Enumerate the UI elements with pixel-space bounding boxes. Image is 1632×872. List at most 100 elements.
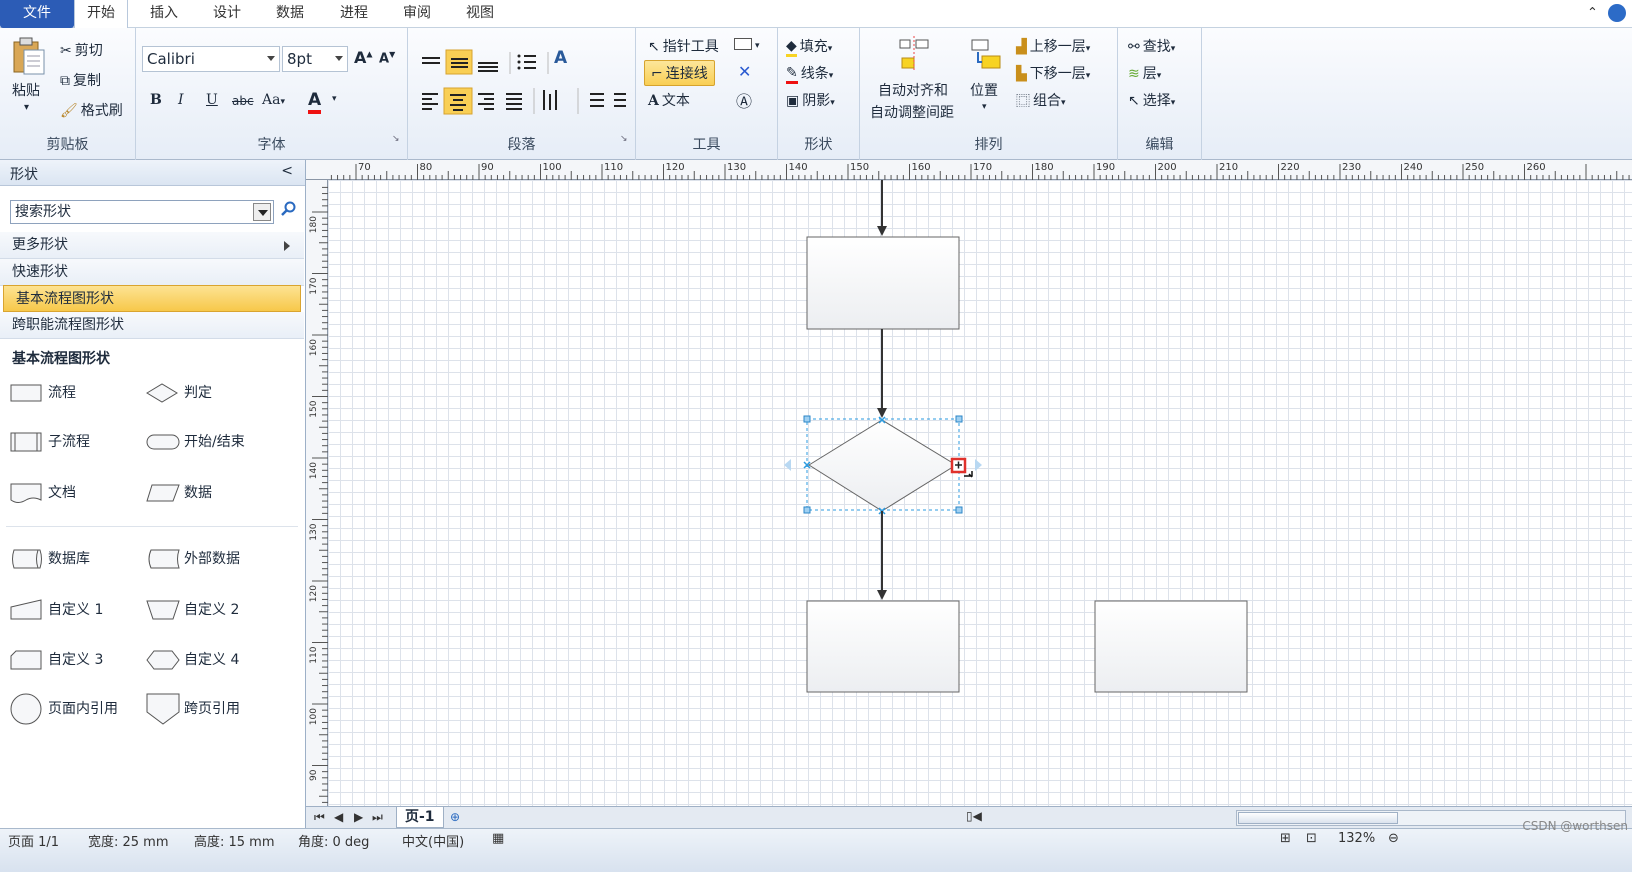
rotate-text-icon[interactable]: Ⓐ bbox=[736, 88, 752, 112]
previous-page-icon[interactable]: ◀ bbox=[334, 810, 343, 824]
process-box-right[interactable] bbox=[1094, 600, 1248, 693]
position-button[interactable]: 位置 bbox=[970, 80, 998, 100]
custom4-shape-icon bbox=[146, 650, 180, 670]
group-label-paragraph: 段落 bbox=[507, 137, 536, 153]
search-dropdown-icon[interactable] bbox=[253, 203, 271, 221]
font-size-select[interactable]: 8pt bbox=[282, 46, 348, 72]
line-button[interactable]: ✎ 线条▾ bbox=[786, 63, 833, 84]
paragraph-buttons-icon[interactable] bbox=[418, 48, 628, 126]
tab-insert[interactable]: 插入 bbox=[150, 0, 178, 28]
text-tool-button[interactable]: A 文本 bbox=[648, 90, 690, 110]
strikethrough-button[interactable]: abc bbox=[232, 94, 254, 108]
tab-file[interactable]: 文件 bbox=[0, 0, 74, 28]
insert-page-icon[interactable]: ⊕ bbox=[450, 810, 460, 824]
font-dialog-launcher-icon[interactable]: ↘ bbox=[392, 134, 400, 144]
page-tab-1[interactable]: 页-1 bbox=[396, 807, 444, 828]
italic-button[interactable]: I bbox=[178, 92, 184, 108]
ruler-label: 100 bbox=[543, 162, 562, 173]
minimize-ribbon-icon[interactable]: ⌃ bbox=[1587, 6, 1598, 21]
group-button[interactable]: ⿴组合▾ bbox=[1016, 90, 1066, 111]
group-tools: ↖ 指针工具 ▾ ⌐ 连接线 ✕ A 文本 Ⓐ 工具 bbox=[636, 28, 778, 160]
underline-button[interactable]: U bbox=[206, 92, 218, 108]
fill-bucket-icon: ◆ bbox=[786, 38, 797, 57]
search-shapes-input[interactable]: 搜索形状 bbox=[10, 200, 274, 224]
basic-flowchart-stencil[interactable]: 基本流程图形状 bbox=[3, 285, 301, 312]
fill-button[interactable]: ◆ 填充▾ bbox=[786, 36, 832, 57]
full-screen-icon[interactable]: ⊞ bbox=[1280, 831, 1291, 846]
connection-point-button[interactable]: ✕ bbox=[738, 62, 751, 81]
shadow-button[interactable]: ▣ 阴影▾ bbox=[786, 90, 835, 110]
shadow-icon: ▣ bbox=[786, 93, 800, 109]
pointer-tool-button[interactable]: ↖ 指针工具 bbox=[648, 36, 719, 56]
process-box-bottom[interactable] bbox=[806, 600, 960, 693]
scrollbar-thumb[interactable] bbox=[1238, 812, 1398, 824]
font-color-dropdown-icon[interactable]: ▾ bbox=[332, 94, 337, 104]
status-language[interactable]: 中文(中国) bbox=[402, 831, 464, 850]
cross-functional-stencil[interactable]: 跨职能流程图形状 bbox=[0, 312, 304, 339]
connector-button[interactable]: ⌐ 连接线 bbox=[644, 60, 715, 86]
font-name-select[interactable]: Calibri bbox=[142, 46, 280, 72]
help-icon[interactable] bbox=[1608, 4, 1626, 22]
zoom-out-icon[interactable]: ⊖ bbox=[1388, 831, 1399, 846]
data-shape-icon bbox=[146, 484, 180, 502]
bold-button[interactable]: B bbox=[150, 92, 162, 108]
tab-review[interactable]: 审阅 bbox=[403, 0, 431, 28]
search-icon[interactable] bbox=[280, 201, 296, 217]
tab-process[interactable]: 进程 bbox=[340, 0, 368, 28]
select-button[interactable]: ↖ 选择▾ bbox=[1128, 90, 1175, 110]
find-button[interactable]: ⚯ 查找▾ bbox=[1128, 36, 1175, 56]
format-painter-button[interactable]: 🖌 格式刷 bbox=[60, 100, 123, 120]
tab-view[interactable]: 视图 bbox=[466, 0, 494, 28]
send-backward-button[interactable]: ▙ 下移一层▾ bbox=[1016, 63, 1090, 83]
tab-data[interactable]: 数据 bbox=[276, 0, 304, 28]
paragraph-dialog-launcher-icon[interactable]: ↘ bbox=[620, 134, 628, 144]
last-page-icon[interactable]: ⏭ bbox=[372, 810, 383, 825]
bring-forward-button[interactable]: ▟ 上移一层▾ bbox=[1016, 36, 1090, 56]
group-label-font: 字体 bbox=[257, 137, 286, 153]
auto-space-label[interactable]: 自动调整间距 bbox=[870, 102, 954, 122]
ruler-label: 80 bbox=[420, 162, 433, 173]
decision-diamond[interactable] bbox=[808, 419, 957, 512]
ruler-label: 230 bbox=[1342, 162, 1361, 173]
submenu-arrow-icon bbox=[284, 241, 290, 251]
copy-button[interactable]: ⧉ 复制 bbox=[60, 70, 101, 90]
text-direction-button[interactable]: A bbox=[554, 48, 567, 68]
first-page-icon[interactable]: ⏮ bbox=[314, 810, 325, 825]
select-pointer-icon: ↖ bbox=[1128, 93, 1140, 109]
ruler-label: 90 bbox=[309, 769, 319, 781]
more-shapes-item[interactable]: 更多形状 bbox=[0, 232, 304, 259]
auto-connect-arrow-right[interactable] bbox=[975, 459, 982, 471]
shapes-panel-header: 形状 < bbox=[0, 160, 305, 186]
shape-tool-button[interactable]: ▾ bbox=[734, 36, 760, 52]
next-page-icon[interactable]: ▶ bbox=[354, 810, 363, 824]
cut-button[interactable]: ✂ 剪切 bbox=[60, 40, 103, 60]
zoom-level[interactable]: 132% bbox=[1338, 831, 1375, 846]
change-case-button[interactable]: Aa▾ bbox=[262, 92, 285, 108]
font-color-button[interactable]: A bbox=[308, 90, 322, 114]
quick-shapes-item[interactable]: 快速形状 bbox=[0, 259, 304, 286]
shrink-font-button[interactable]: A▼ bbox=[379, 50, 395, 66]
pointer-icon: ↖ bbox=[648, 39, 660, 55]
process-box-top[interactable] bbox=[806, 236, 960, 330]
decision-shape-icon bbox=[146, 383, 178, 403]
tab-home[interactable]: 开始 bbox=[74, 0, 128, 28]
paste-icon[interactable] bbox=[12, 36, 48, 76]
scroll-split-icon[interactable]: ▯◀ bbox=[966, 809, 982, 823]
auto-align-button[interactable]: 自动对齐和 bbox=[878, 80, 948, 100]
position-dropdown-icon[interactable]: ▾ bbox=[982, 102, 987, 112]
group-editing: ⚯ 查找▾ ≋ 层▾ ↖ 选择▾ 编辑 bbox=[1118, 28, 1202, 160]
collapse-panel-icon[interactable]: < bbox=[281, 163, 293, 179]
visio-window: { "tabs": { "file": "文件", "home": "开始", … bbox=[0, 0, 1632, 872]
grow-font-button[interactable]: A▲ bbox=[354, 48, 373, 67]
macro-icon[interactable]: ▦ bbox=[492, 831, 504, 846]
ruler-label: 110 bbox=[604, 162, 623, 173]
paste-button[interactable]: 粘贴 bbox=[12, 80, 40, 100]
status-height: 高度: 15 mm bbox=[194, 835, 275, 850]
view-mode-icon[interactable]: ⊡ bbox=[1306, 831, 1317, 846]
auto-connect-arrow-left[interactable] bbox=[784, 459, 791, 471]
status-page[interactable]: 页面 1/1 bbox=[8, 831, 59, 850]
layers-button[interactable]: ≋ 层▾ bbox=[1128, 63, 1161, 83]
paste-dropdown-icon[interactable]: ▾ bbox=[24, 102, 29, 113]
tab-design[interactable]: 设计 bbox=[213, 0, 241, 28]
ruler-label: 160 bbox=[309, 339, 319, 356]
